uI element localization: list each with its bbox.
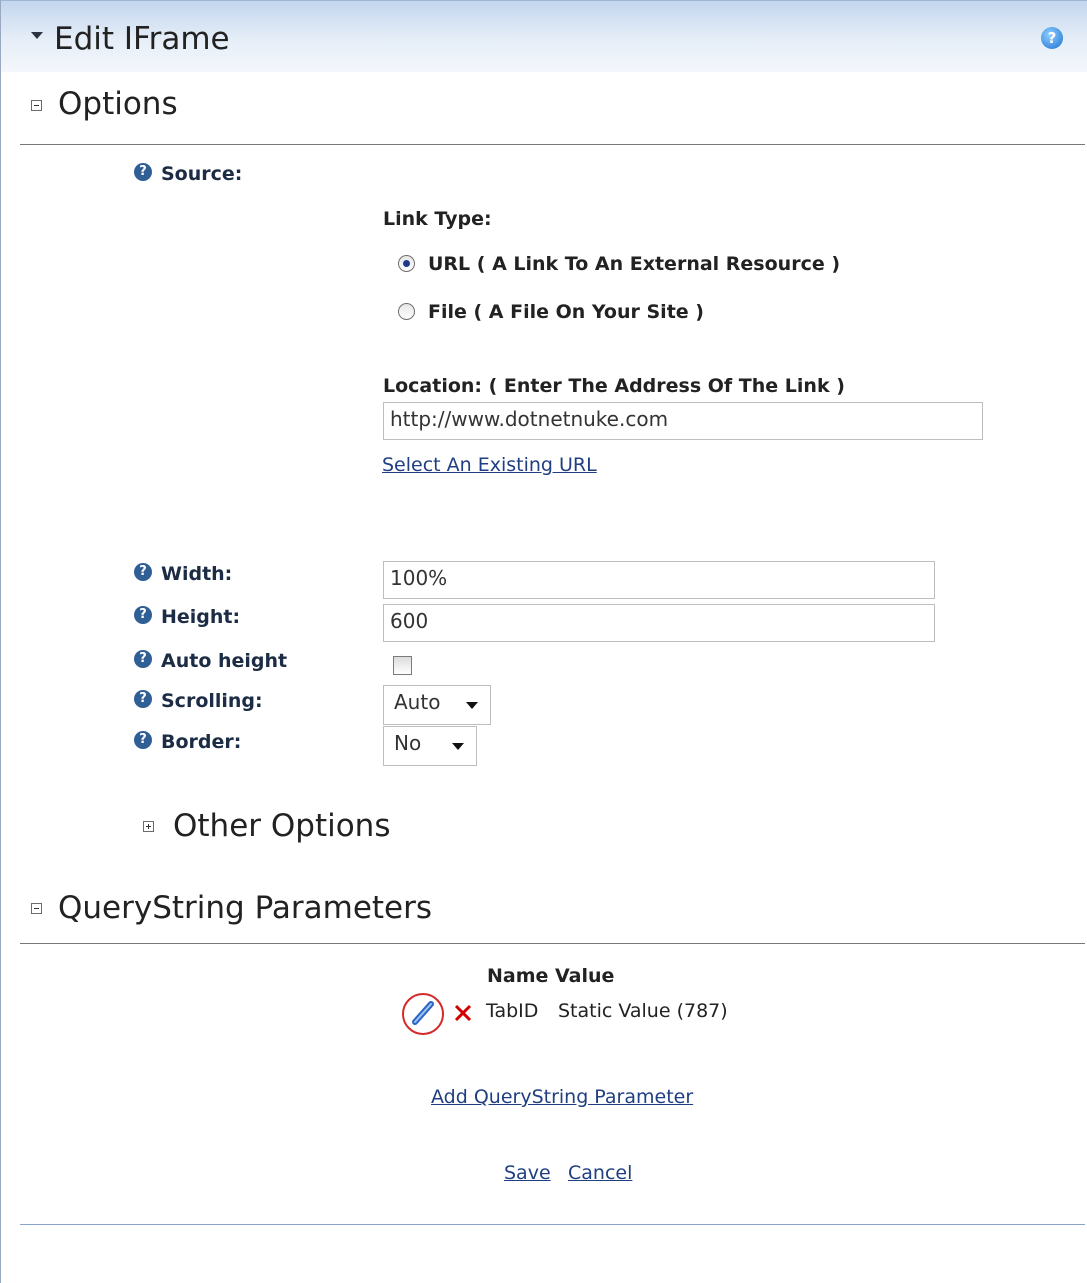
auto-height-label: Auto height (161, 650, 288, 672)
source-label: Source: (161, 163, 243, 185)
options-divider (20, 144, 1085, 145)
width-input[interactable]: 100% (383, 561, 935, 599)
file-radio-label[interactable]: File ( A File On Your Site ) (428, 301, 704, 323)
width-help-icon[interactable]: ? (134, 563, 152, 581)
bottom-divider (20, 1224, 1085, 1225)
link-type-label: Link Type: (383, 208, 492, 230)
auto-height-help-icon[interactable]: ? (134, 650, 152, 668)
scrolling-select-value: Auto (394, 690, 441, 714)
cancel-button[interactable]: Cancel (568, 1162, 632, 1184)
parameter-value: Static Value (787) (558, 1000, 728, 1022)
other-options-expand-icon[interactable] (143, 821, 154, 832)
auto-height-checkbox[interactable] (393, 656, 412, 675)
options-section-title[interactable]: Options (58, 86, 178, 122)
add-querystring-parameter-link[interactable]: Add QueryString Parameter (431, 1086, 693, 1108)
querystring-collapse-icon[interactable] (31, 903, 42, 914)
height-help-icon[interactable]: ? (134, 606, 152, 624)
height-input[interactable]: 600 (383, 604, 935, 642)
border-label: Border: (161, 731, 242, 753)
help-icon[interactable]: ? (1041, 27, 1063, 49)
scrolling-help-icon[interactable]: ? (134, 690, 152, 708)
collapse-arrow-icon[interactable] (31, 32, 43, 39)
location-input[interactable]: http://www.dotnetnuke.com (383, 402, 983, 440)
page-title: Edit IFrame (54, 21, 230, 57)
source-help-icon[interactable]: ? (134, 163, 152, 181)
height-label: Height: (161, 606, 241, 628)
scrolling-label: Scrolling: (161, 690, 263, 712)
border-select-value: No (394, 731, 422, 755)
delete-x-icon[interactable] (453, 1003, 473, 1023)
edit-iframe-titlebar: Edit IFrame ? (1, 0, 1087, 72)
border-select[interactable]: No (383, 726, 477, 766)
location-label: Location: ( Enter The Address Of The Lin… (383, 375, 845, 397)
scrolling-select[interactable]: Auto (383, 685, 491, 725)
border-help-icon[interactable]: ? (134, 731, 152, 749)
url-radio-label[interactable]: URL ( A Link To An External Resource ) (428, 253, 840, 275)
other-options-title[interactable]: Other Options (173, 808, 390, 844)
querystring-table-header: Name Value (487, 965, 615, 987)
file-radio[interactable] (398, 303, 415, 320)
querystring-section-title[interactable]: QueryString Parameters (58, 890, 432, 926)
url-radio[interactable] (398, 255, 415, 272)
width-label: Width: (161, 563, 233, 585)
chevron-down-icon (466, 702, 478, 709)
select-existing-url-link[interactable]: Select An Existing URL (382, 454, 597, 476)
querystring-divider (20, 943, 1085, 944)
save-button[interactable]: Save (504, 1162, 551, 1184)
parameter-name: TabID (486, 1000, 539, 1022)
pencil-icon[interactable] (401, 992, 447, 1038)
chevron-down-icon (452, 743, 464, 750)
options-collapse-icon[interactable] (31, 100, 42, 111)
